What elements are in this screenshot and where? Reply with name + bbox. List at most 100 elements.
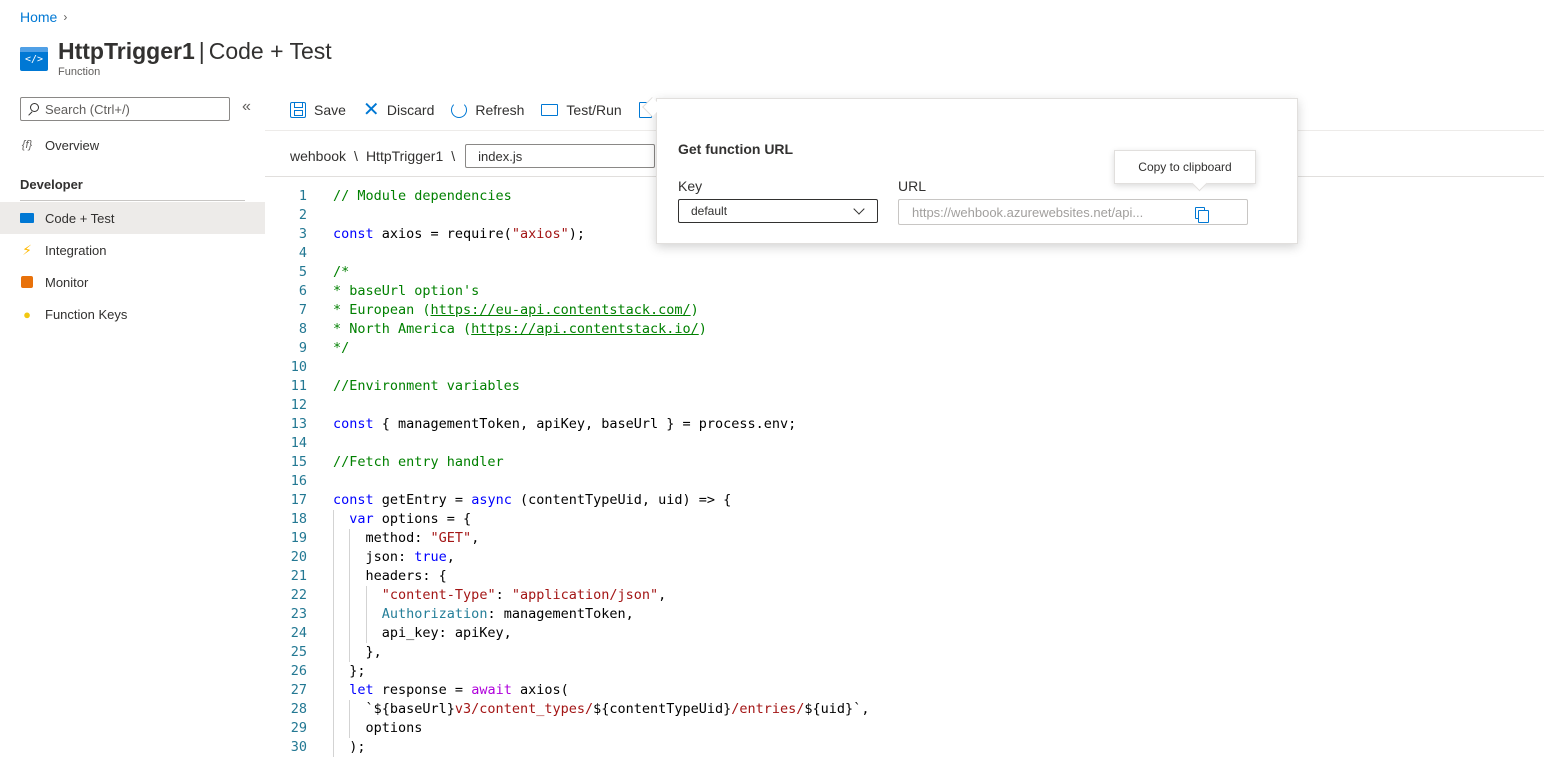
indent-guide <box>365 624 367 643</box>
line-number: 15 <box>290 454 307 470</box>
indent-guide <box>349 700 351 719</box>
file-select-dropdown[interactable]: index.js <box>465 144 656 168</box>
code-editor[interactable]: 1// Module dependencies 2 3 const axios = r… <box>265 186 1544 761</box>
key-select-dropdown[interactable]: default <box>678 199 878 223</box>
indent-guide <box>333 700 334 719</box>
line-number: 25 <box>290 644 307 660</box>
section-divider <box>20 200 245 201</box>
sidebar-item-label: Function Keys <box>45 306 128 322</box>
path-function-name: HttpTrigger1 <box>365 148 444 164</box>
indent-guide <box>333 738 334 757</box>
code-text: /* <box>333 264 350 280</box>
line-number: 8 <box>298 321 307 337</box>
indent-guide <box>349 643 351 662</box>
code-text: const axios = require("axios"); <box>333 226 585 242</box>
line-number: 13 <box>290 416 307 432</box>
code-text: ); <box>333 739 366 755</box>
copy-tooltip: Copy to clipboard <box>1114 150 1256 184</box>
save-button[interactable]: Save <box>290 102 346 118</box>
line-number: 24 <box>290 625 307 641</box>
code-text: options <box>333 720 423 736</box>
key-label: Key <box>678 178 703 194</box>
line-number: 7 <box>298 302 307 318</box>
line-number: 14 <box>290 435 307 451</box>
indent-guide <box>333 529 334 548</box>
function-icon: {f} <box>21 139 33 151</box>
line-number: 9 <box>298 340 307 356</box>
indent-guide <box>349 548 351 567</box>
code-text: //Environment variables <box>333 378 520 394</box>
indent-guide <box>333 681 334 700</box>
line-number: 23 <box>290 606 307 622</box>
code-text: */ <box>333 340 350 356</box>
close-icon: ✕ <box>362 99 380 121</box>
page-header: </> HttpTrigger1 | Code + Test Function <box>20 37 332 78</box>
line-number: 1 <box>298 188 307 204</box>
sidebar-item-code-test[interactable]: Code + Test <box>0 202 265 234</box>
code-text: }, <box>333 644 382 660</box>
line-number: 29 <box>290 720 307 736</box>
sidebar-section-developer: Developer <box>20 177 83 192</box>
code-text: let response = await axios( <box>349 682 569 698</box>
sidebar-item-label: Code + Test <box>45 210 115 226</box>
code-text: }; <box>333 663 366 679</box>
page-title: HttpTrigger1 | Code + Test <box>58 38 332 64</box>
test-run-button[interactable]: Test/Run <box>541 102 622 118</box>
code-text: * baseUrl option's <box>333 283 480 299</box>
function-url-field[interactable]: https://wehbook.azurewebsites.net/api... <box>898 199 1248 225</box>
file-path-bar: wehbook \ HttpTrigger1 \ index.js <box>290 144 656 168</box>
code-text: `${baseUrl}v3/content_types/${contentTyp… <box>333 701 870 717</box>
code-text: * North America (https://api.contentstac… <box>333 321 707 337</box>
sidebar-item-overview[interactable]: {f} Overview <box>0 129 265 161</box>
code-text: var options = { <box>349 511 472 527</box>
line-number: 30 <box>290 739 307 755</box>
code-text: //Fetch entry handler <box>333 454 504 470</box>
indent-guide <box>349 567 351 586</box>
sidebar-item-function-keys[interactable]: ● Function Keys <box>0 298 265 330</box>
test-run-icon <box>541 104 559 116</box>
code-icon <box>20 211 34 225</box>
monitor-icon <box>20 275 34 289</box>
save-icon <box>290 102 306 118</box>
path-separator: \ <box>354 148 358 164</box>
toolbar: Save ✕ Discard Refresh Test/Run <box>290 98 652 122</box>
page-subtitle: Function <box>58 66 101 78</box>
line-number: 11 <box>290 378 307 394</box>
indent-guide <box>333 662 334 681</box>
collapse-sidebar-button[interactable]: « <box>242 98 251 116</box>
indent-guide <box>333 719 334 738</box>
path-separator: \ <box>451 148 456 164</box>
popup-title: Get function URL <box>678 141 794 157</box>
function-resource-icon: </> <box>20 47 48 71</box>
search-input[interactable]: Search (Ctrl+/) <box>20 97 230 121</box>
path-app-name: wehbook <box>290 148 347 164</box>
search-placeholder: Search (Ctrl+/) <box>45 101 130 117</box>
line-number: 10 <box>290 359 307 375</box>
search-icon <box>27 103 39 115</box>
refresh-icon <box>451 102 468 118</box>
indent-guide <box>333 548 334 567</box>
sidebar-item-integration[interactable]: ⚡ Integration <box>0 234 265 266</box>
chevron-down-icon <box>853 203 865 215</box>
indent-guide <box>333 624 334 643</box>
line-number: 4 <box>298 245 307 261</box>
code-text: api_key: apiKey, <box>333 625 512 641</box>
code-text: * European (https://eu-api.contentstack.… <box>333 302 699 318</box>
line-number: 28 <box>290 701 307 717</box>
indent-guide <box>333 643 334 662</box>
indent-guide <box>333 510 334 529</box>
breadcrumb-home-link[interactable]: Home <box>20 9 57 25</box>
function-url-value: https://wehbook.azurewebsites.net/api... <box>912 204 1144 220</box>
indent-guide <box>349 605 351 624</box>
line-number: 20 <box>290 549 307 565</box>
code-text: json: true, <box>333 549 455 565</box>
code-text: "content-Type": "application/json", <box>381 587 667 603</box>
sidebar-item-monitor[interactable]: Monitor <box>0 266 265 298</box>
code-text: method: "GET", <box>333 530 480 546</box>
copy-icon[interactable] <box>1195 207 1209 223</box>
url-label: URL <box>898 178 927 194</box>
line-number: 19 <box>290 530 307 546</box>
line-number: 22 <box>290 587 307 603</box>
discard-button[interactable]: ✕ Discard <box>362 99 434 121</box>
refresh-button[interactable]: Refresh <box>451 102 524 118</box>
